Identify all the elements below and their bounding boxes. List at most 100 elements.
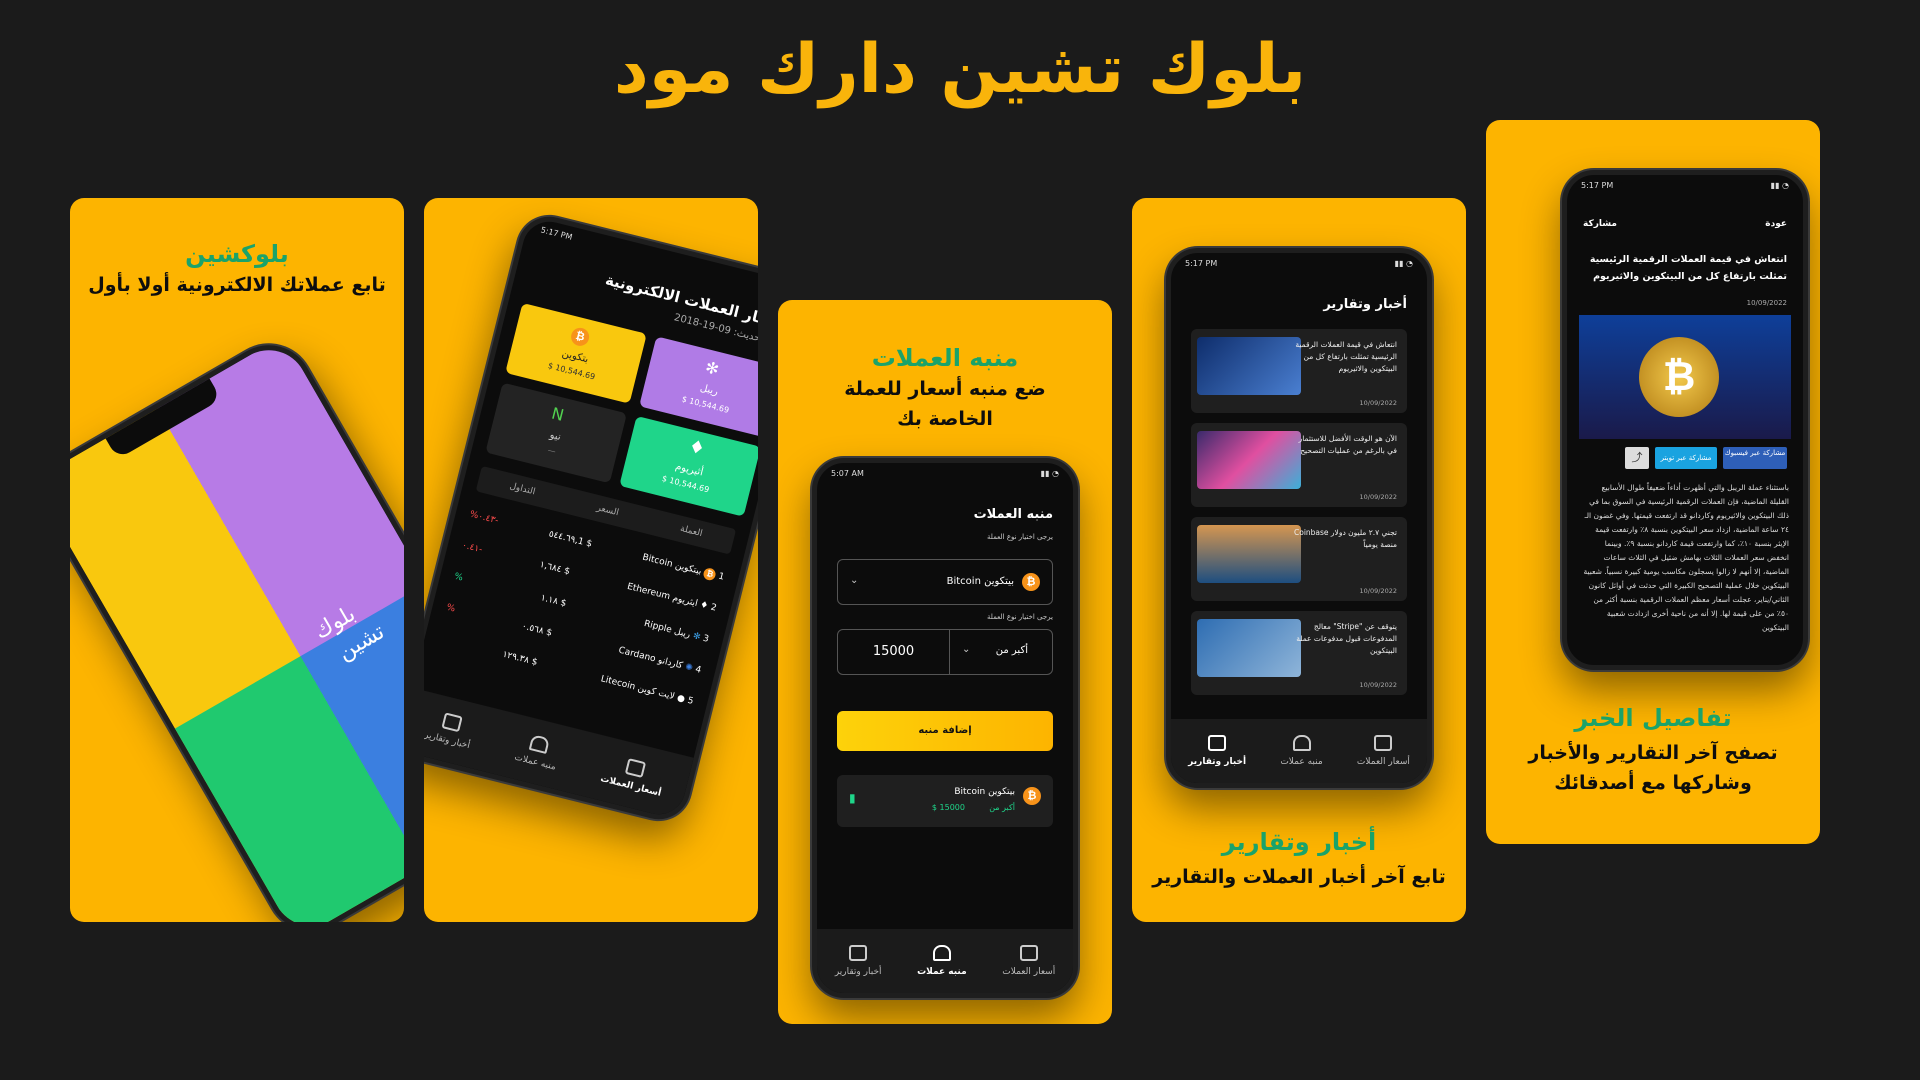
ethereum-icon: ♦ [698,599,710,612]
litecoin-icon: ● [675,693,686,705]
row-name: ايثريوم [671,593,699,609]
tab-prices[interactable]: أسعار العملات [599,753,667,799]
row-name: بيتكوين [673,560,703,578]
row-change: -٠.٤٣% [468,509,500,527]
tab-alerts[interactable]: منبه عملات [917,945,967,977]
news-thumbnail [1197,431,1301,489]
bitcoin-icon: ₿ [1023,787,1041,805]
row-price: $ ١,٦٨٤ [538,559,571,578]
promo-card-alerts: منبه العملات ضع منبه أسعار للعملة الخاصة… [778,300,1112,1024]
news-date: 10/09/2022 [1359,587,1397,595]
condition-select[interactable]: أكبر من [996,645,1028,656]
news-date: 10/09/2022 [1359,681,1397,689]
status-icons: ▮▮ ◔ [1040,469,1059,478]
share-twitter-button[interactable]: مشاركة عبر تويتر [1655,447,1717,469]
row-name-en: Bitcoin [641,552,674,570]
alert-amount: $ 15000 [931,803,965,812]
tab-alerts[interactable]: منبه عملات [1280,735,1323,767]
amount-input[interactable]: 15000 [838,630,950,674]
bell-icon [1292,735,1311,751]
select-label: يرجى اختيار نوع العملة [987,533,1053,541]
back-button[interactable]: عودة [1765,219,1787,229]
condition-label: يرجى اختيار نوع العملة [987,613,1053,621]
col-price: السعر [595,503,620,519]
share-facebook-button[interactable]: مشاركة عبر فيسبوك [1723,447,1787,469]
tab-label: منبه عملات [1280,757,1323,767]
add-alert-button[interactable]: إضافة منبه [837,711,1053,751]
news-text: يتوقف عن "Stripe" معالج المدفوعات قبول م… [1296,622,1397,655]
col-coin: العملة [679,523,704,540]
row-name: كاردانو [656,655,684,672]
row-change: -٠.٤١ [460,540,484,556]
tab-bar: أسعار العملات منبه عملات أخبار وتقارير [817,929,1073,993]
price-tile[interactable]: ♦ أثيريوم $ 10,544.69 [619,415,758,517]
share-icon[interactable]: ⤴ [1625,447,1649,469]
news-thumbnail [1197,619,1301,677]
wallet-icon [624,758,646,778]
tab-news[interactable]: أخبار وتقارير [835,945,882,977]
news-thumbnail [1197,337,1301,395]
tab-prices[interactable]: أسعار العملات [1002,945,1055,977]
main-title: بلوك تشين دارك مود [613,30,1307,109]
row-price: $ 1,٥٤٤.٦٩ [547,529,593,550]
phone-news-detail: 5:17 PM ▮▮ ◔ عودة مشاركة انتعاش في قيمة ا… [1562,170,1808,670]
news-card[interactable]: الآن هو الوقت الأفضل للاستثمار في بالرغم… [1191,423,1407,507]
article-headline: انتعاش في قيمة العملات الرقمية الرئيسية … [1589,254,1787,282]
row-name: لايت كوين [636,683,676,703]
tab-alerts[interactable]: منبه عملات [513,731,562,773]
row-price: $ ١.١٨ [539,593,568,610]
card-title: بلوكشين [185,240,289,268]
card-subtitle: تابع آخر أخبار العملات والتقارير [1152,866,1446,888]
row-rank: 1 [717,571,726,583]
status-time: 5:17 PM [1581,181,1614,190]
screen-title: أخبار وتقارير [1323,297,1407,312]
ethereum-icon: ♦ [686,435,708,461]
wallet-icon [1374,735,1393,751]
status-icons: ▮▮ ◔ [1770,181,1789,190]
share-button[interactable]: مشاركة [1583,219,1617,229]
coin-select[interactable]: ₿ بيتكوين Bitcoin ⌄ [837,559,1053,605]
tab-label: منبه عملات [917,967,967,977]
article-date: 10/09/2022 [1746,299,1787,307]
article-image: ₿ [1579,315,1791,439]
phone-news: 5:17 PM ▮▮ ◔ أخبار وتقارير انتعاش في قيمة… [1166,248,1432,788]
phone-prices: 5:17 PM▮▮ ◔ أسعار العملات الالكترونية آخ… [424,210,758,826]
promo-card-blockchain: بلوكشين تابع عملاتك الالكترونية أولا بأو… [70,198,404,922]
bell-icon [932,945,951,961]
news-date: 10/09/2022 [1359,399,1397,407]
row-change: % [453,571,464,584]
ripple-icon: ✻ [703,357,721,380]
row-name-en: Ethereum [626,581,672,603]
tab-label: أخبار وتقارير [834,967,882,977]
tab-bar: أسعار العملات منبه عملات أخبار وتقارير [1171,719,1427,783]
tab-prices[interactable]: أسعار العملات [1357,735,1410,767]
card-subtitle: تابع عملاتك الالكترونية أولا بأول [88,274,386,296]
chevron-down-icon: ⌄ [850,575,859,586]
row-name-en: Cardano [617,645,657,665]
news-icon [1208,735,1227,751]
card-title: أخبار وتقارير [1221,828,1377,856]
news-icon [849,945,868,961]
row-rank: 5 [686,695,695,707]
tab-news[interactable]: أخبار وتقارير [424,709,476,751]
promo-card-prices: 5:17 PM▮▮ ◔ أسعار العملات الالكترونية آخ… [424,198,758,922]
alert-card[interactable]: ▮ ₿ بيتكوين Bitcoin أكبر من $ 15000 [837,775,1053,827]
col-change: التداول [508,481,537,498]
trash-icon[interactable]: ▮ [849,791,856,805]
status-time: 5:07 AM [831,469,864,478]
tab-news[interactable]: أخبار وتقارير [1188,735,1246,767]
tab-bar: أسعار العملات منبه عملات أخبار وتقارير [424,687,694,820]
card-title: منبه العملات [871,344,1019,372]
news-date: 10/09/2022 [1359,493,1397,501]
tab-label: أسعار العملات [1002,967,1056,977]
news-card[interactable]: تجني ٢.٧ مليون دولار Coinbase منصة يوميا… [1191,517,1407,601]
tab-label: أسعار العملات [599,774,663,799]
news-card[interactable]: انتعاش في قيمة العملات الرقمية الرئيسية … [1191,329,1407,413]
screen-title: منبه العملات [973,507,1053,522]
news-card[interactable]: يتوقف عن "Stripe" معالج المدفوعات قبول م… [1191,611,1407,695]
cardano-icon: ✺ [683,662,694,674]
card-title: تفاصيل الخبر [1574,704,1732,732]
status-time: 5:17 PM [539,225,574,242]
row-rank: 4 [694,664,703,676]
wallet-icon [1019,945,1038,961]
